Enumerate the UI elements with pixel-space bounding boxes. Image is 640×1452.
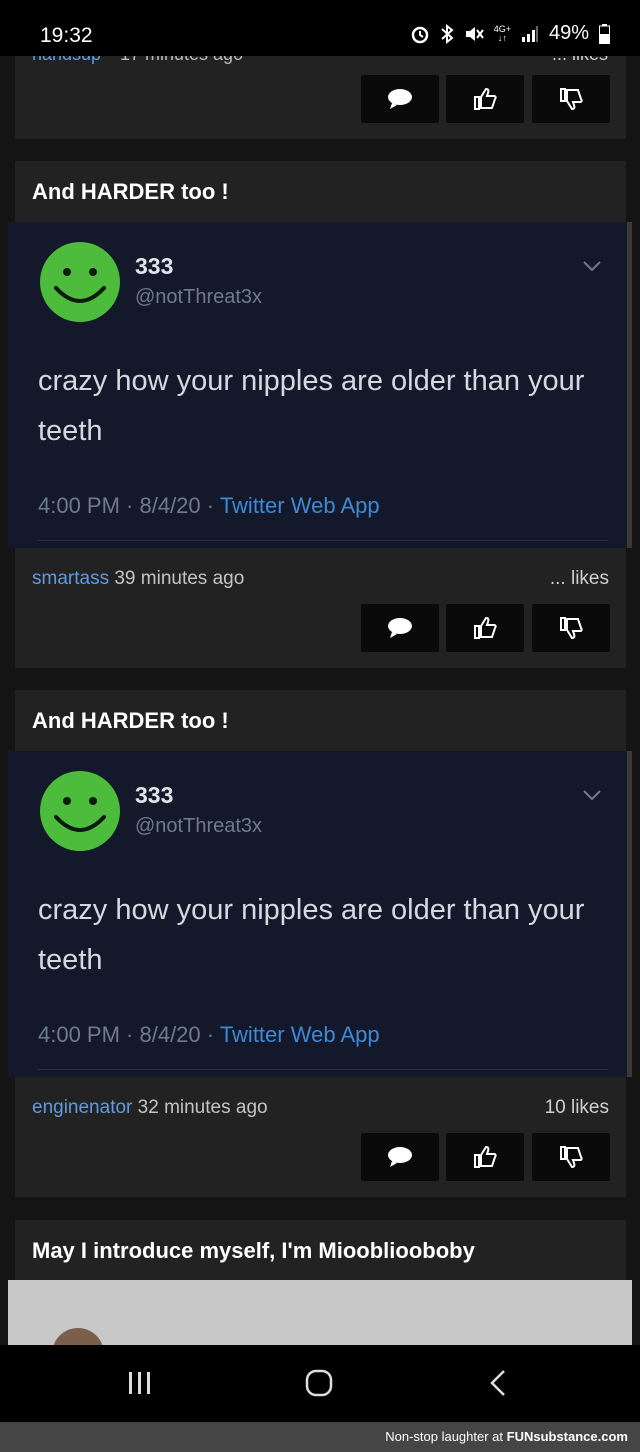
thumbs-down-icon — [560, 88, 583, 111]
post-likes: ... likes — [549, 568, 609, 589]
alarm-icon — [411, 26, 428, 43]
thumbs-down-icon — [560, 617, 583, 640]
post-username[interactable]: smartass — [32, 568, 109, 589]
tweet-text: crazy how your nipples are older than yo… — [38, 894, 585, 976]
thumbs-up-button[interactable] — [446, 604, 524, 652]
back-icon[interactable] — [489, 1369, 507, 1397]
thumbs-up-icon — [474, 616, 497, 639]
thumbs-up-button[interactable] — [446, 75, 524, 123]
battery-icon — [599, 23, 610, 44]
chevron-down-icon — [583, 790, 601, 800]
post-title[interactable]: And HARDER too ! — [32, 708, 229, 734]
thumbs-up-icon — [474, 1145, 497, 1168]
tweet-text: crazy how your nipples are older than yo… — [38, 365, 585, 447]
comment-button[interactable] — [361, 75, 439, 123]
person-head-image — [52, 1328, 104, 1345]
status-bar: 19:32 4G+ ↓↑ 49% — [0, 0, 640, 56]
thumbs-down-button[interactable] — [532, 604, 610, 652]
post-username[interactable]: enginenator — [32, 1097, 132, 1118]
tweet-meta: 4:00 PM · 8/4/20 · Twitter Web App — [38, 493, 380, 519]
post-title[interactable]: May I introduce myself, I'm Miooblioobob… — [32, 1238, 475, 1264]
navigation-bar — [0, 1345, 640, 1422]
tweet-image[interactable]: 333 @notThreat3x crazy how your nipples … — [8, 751, 632, 1077]
post-time: 32 minutes ago — [137, 1097, 268, 1118]
tweet-meta: 4:00 PM · 8/4/20 · Twitter Web App — [38, 1022, 380, 1048]
signal-icon — [521, 25, 538, 42]
tweet-author-handle: @notThreat3x — [135, 815, 263, 837]
tweet-divider — [38, 1069, 608, 1070]
clock: 19:32 — [40, 24, 93, 47]
smiley-avatar-icon — [40, 771, 120, 851]
watermark-text: Non-stop laughter at FUNsubstance.com — [385, 1429, 628, 1444]
mute-icon — [465, 26, 484, 41]
thumbs-up-icon — [474, 87, 497, 110]
post-image[interactable] — [8, 1280, 632, 1345]
tweet-author-name: 333 — [135, 253, 174, 279]
comment-icon — [388, 89, 412, 109]
status-icons: 4G+ ↓↑ 49% — [410, 22, 610, 45]
comment-button[interactable] — [361, 1133, 439, 1181]
thumbs-up-button[interactable] — [446, 1133, 524, 1181]
tweet-image[interactable]: 333 @notThreat3x crazy how your nipples … — [8, 222, 632, 548]
recent-apps-icon[interactable] — [127, 1371, 153, 1395]
post-title[interactable]: And HARDER too ! — [32, 179, 229, 205]
bluetooth-icon — [441, 23, 454, 44]
post-likes: 10 likes — [544, 1097, 609, 1118]
thumbs-down-icon — [560, 1146, 583, 1169]
battery-percent: 49% — [548, 22, 589, 44]
chevron-down-icon — [583, 261, 601, 271]
tweet-source: Twitter Web App — [219, 493, 380, 518]
tweet-timestamp: 4:00 PM · 8/4/20 · — [38, 1022, 220, 1047]
home-icon[interactable] — [305, 1369, 333, 1397]
smiley-avatar-icon — [40, 242, 120, 322]
tweet-author-handle: @notThreat3x — [135, 286, 263, 308]
tweet-timestamp: 4:00 PM · 8/4/20 · — [38, 493, 220, 518]
post-meta: smartass 39 minutes ago — [32, 568, 244, 590]
network-indicator: 4G+ ↓↑ — [493, 23, 511, 43]
thumbs-down-button[interactable] — [532, 1133, 610, 1181]
post-time: 39 minutes ago — [114, 568, 245, 589]
watermark-footer: Non-stop laughter at FUNsubstance.com — [0, 1422, 640, 1452]
comment-button[interactable] — [361, 604, 439, 652]
tweet-divider — [38, 540, 608, 541]
watermark-brand: FUNsubstance.com — [506, 1429, 628, 1444]
comment-icon — [388, 618, 412, 638]
comment-icon — [388, 1147, 412, 1167]
tweet-source: Twitter Web App — [219, 1022, 380, 1047]
thumbs-down-button[interactable] — [532, 75, 610, 123]
post-meta: enginenator 32 minutes ago — [32, 1097, 268, 1119]
tweet-author-name: 333 — [135, 782, 174, 808]
